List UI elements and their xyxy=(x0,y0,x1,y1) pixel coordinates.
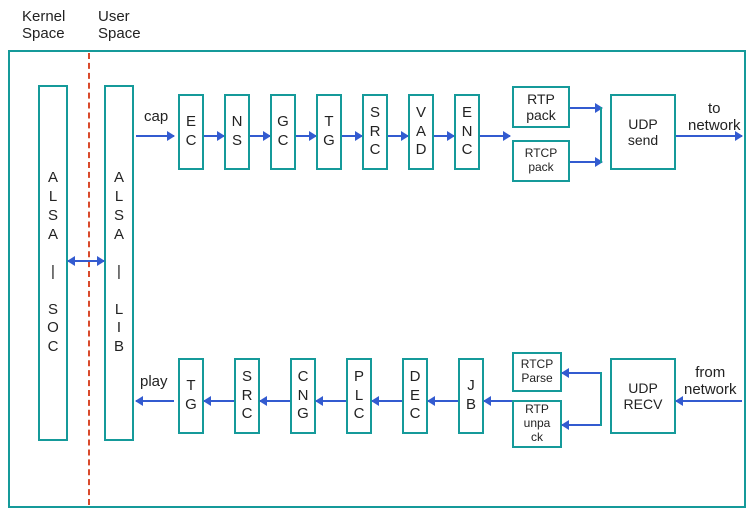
arrow-dec-plc xyxy=(372,400,402,402)
cap-label: cap xyxy=(144,108,168,125)
arrow-src-tg-bot xyxy=(204,400,234,402)
cap-arrow xyxy=(136,135,174,137)
ns-box: NS xyxy=(224,94,250,170)
arrow-udp-rtcp xyxy=(562,372,602,374)
arrow-rtp-jb xyxy=(484,400,512,402)
arrow-src-vad xyxy=(388,135,408,137)
diagram-canvas: Kernel Space User Space ALSA | SOC ALSA … xyxy=(0,0,754,512)
arrow-jb-dec xyxy=(428,400,458,402)
rtcp-parse-box: RTCP Parse xyxy=(512,352,562,392)
split-line-bot xyxy=(600,372,602,426)
rtp-pack-box: RTP pack xyxy=(512,86,570,128)
gc-box: GC xyxy=(270,94,296,170)
arrow-gc-tg xyxy=(296,135,316,137)
plc-box: PLC xyxy=(346,358,372,434)
udp-send-box: UDP send xyxy=(610,94,676,170)
alsa-bidir-arrow xyxy=(68,260,104,262)
kernel-user-divider xyxy=(88,53,90,505)
arrow-enc-rtp xyxy=(480,135,510,137)
arrow-rtp-udp xyxy=(570,107,602,109)
from-network-label: from network xyxy=(684,364,737,398)
src-box-top: SRC xyxy=(362,94,388,170)
user-space-label: User Space xyxy=(98,8,141,42)
arrow-vad-enc xyxy=(434,135,454,137)
udp-recv-box: UDP RECV xyxy=(610,358,676,434)
arrow-udp-out xyxy=(676,135,742,137)
kernel-space-label: Kernel Space xyxy=(22,8,65,42)
dec-box: DEC xyxy=(402,358,428,434)
arrow-cng-src xyxy=(260,400,290,402)
vad-box: VAD xyxy=(408,94,434,170)
ec-box: EC xyxy=(178,94,204,170)
alsa-lib-box: ALSA | LIB xyxy=(104,85,134,441)
arrow-ns-gc xyxy=(250,135,270,137)
rtp-unpack-box: RTP unpa ck xyxy=(512,400,562,448)
to-network-label: to network xyxy=(688,100,741,134)
arrow-ec-ns xyxy=(204,135,224,137)
arrow-udp-rtp xyxy=(562,424,602,426)
src-box-bot: SRC xyxy=(234,358,260,434)
arrow-rtcp-udp xyxy=(570,161,602,163)
arrow-plc-cng xyxy=(316,400,346,402)
arrow-net-udp xyxy=(676,400,742,402)
tg-box-bot: TG xyxy=(178,358,204,434)
enc-box: ENC xyxy=(454,94,480,170)
merge-line-top xyxy=(600,107,602,163)
arrow-tg-src xyxy=(342,135,362,137)
tg-box-top: TG xyxy=(316,94,342,170)
jb-box: JB xyxy=(458,358,484,434)
rtcp-pack-box: RTCP pack xyxy=(512,140,570,182)
alsa-soc-box: ALSA | SOC xyxy=(38,85,68,441)
play-arrow xyxy=(136,400,174,402)
play-label: play xyxy=(140,373,168,390)
cng-box: CNG xyxy=(290,358,316,434)
